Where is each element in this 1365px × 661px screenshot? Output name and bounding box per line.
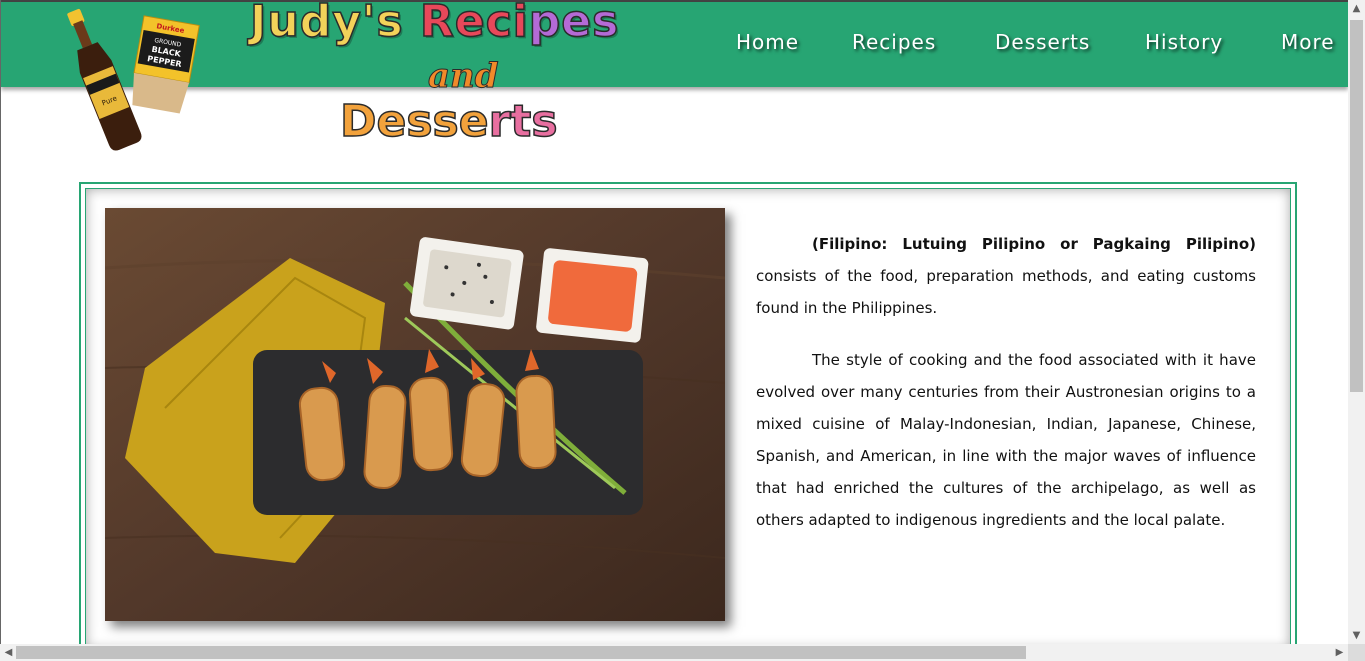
article-p1-text: consists of the food, preparation method… bbox=[756, 267, 1256, 317]
pepper-box-image: Durkee GROUND BLACK PEPPER bbox=[132, 15, 200, 114]
nav-more-link[interactable]: More bbox=[1281, 30, 1335, 54]
logo-and: and bbox=[428, 56, 500, 97]
vertical-scroll-thumb[interactable] bbox=[1350, 20, 1363, 392]
lumpia-photo bbox=[105, 208, 725, 621]
logo-word-desserts-a: Desse bbox=[339, 95, 489, 148]
vertical-scrollbar[interactable]: ▲ ▼ bbox=[1348, 0, 1365, 644]
content-frame: (Filipino: Lutuing Pilipino or Pagkaing … bbox=[79, 182, 1297, 652]
logo-word-desserts-b: rts bbox=[488, 95, 558, 148]
lumpia-illustration bbox=[105, 208, 725, 621]
article-paragraph-1: (Filipino: Lutuing Pilipino or Pagkaing … bbox=[756, 228, 1256, 324]
article-paragraph-2: The style of cooking and the food associ… bbox=[756, 351, 1256, 529]
scroll-right-icon[interactable]: ▶ bbox=[1331, 644, 1348, 661]
scroll-down-icon[interactable]: ▼ bbox=[1348, 627, 1365, 644]
site-logo[interactable]: Judy's Recipes and Desserts Pure Durkee … bbox=[0, 0, 720, 160]
scrollbar-corner bbox=[1348, 644, 1365, 661]
article-lead: (Filipino: Lutuing Pilipino or Pagkaing … bbox=[812, 235, 1256, 253]
article-body: (Filipino: Lutuing Pilipino or Pagkaing … bbox=[756, 228, 1256, 556]
nav-history-link[interactable]: History bbox=[1145, 30, 1223, 54]
nav-recipes-link[interactable]: Recipes bbox=[852, 30, 936, 54]
logo-word-recipes-a: Reci bbox=[419, 0, 529, 48]
scroll-up-icon[interactable]: ▲ bbox=[1348, 0, 1365, 17]
nav-desserts-link[interactable]: Desserts bbox=[995, 30, 1090, 54]
horizontal-scrollbar[interactable]: ◀ ▶ bbox=[0, 644, 1348, 661]
logo-title: Judy's Recipes bbox=[249, 0, 620, 48]
logo-word-recipes-b: pes bbox=[528, 0, 620, 48]
logo-desserts: Desserts bbox=[339, 95, 558, 148]
scroll-left-icon[interactable]: ◀ bbox=[0, 644, 17, 661]
window-left-border bbox=[0, 0, 1, 661]
nav-home-link[interactable]: Home bbox=[736, 30, 799, 54]
horizontal-scroll-thumb[interactable] bbox=[16, 646, 1026, 659]
logo-word-judys: Judy's bbox=[249, 0, 420, 48]
